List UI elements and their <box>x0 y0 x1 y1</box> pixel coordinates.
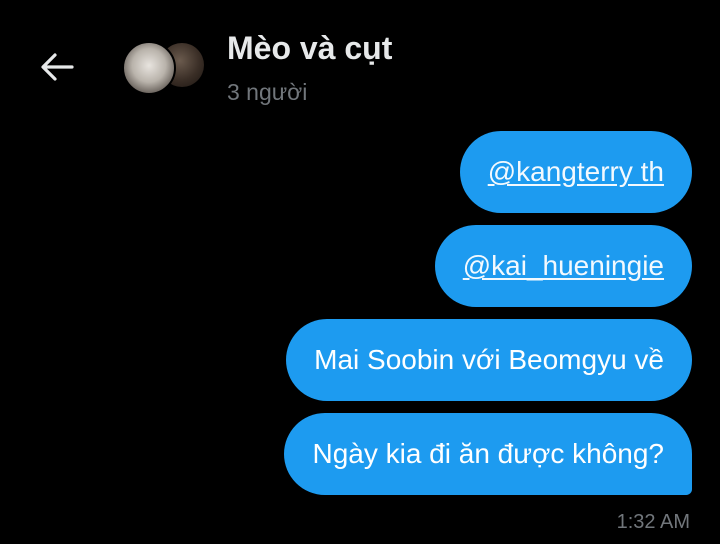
conversation-title[interactable]: Mèo và cụt <box>227 30 392 67</box>
message-bubble[interactable]: Mai Soobin với Beomgyu về <box>286 319 692 401</box>
message-bubble[interactable]: Ngày kia đi ăn được không? <box>284 413 692 495</box>
arrow-left-icon <box>41 53 74 81</box>
message-text: Mai Soobin với Beomgyu về <box>314 344 664 375</box>
message-bubble[interactable]: @kangterry th <box>459 131 692 213</box>
group-avatars[interactable] <box>122 41 206 95</box>
mention-link[interactable]: @kai_hueningie <box>463 249 664 283</box>
message-list: @kangterry th @kai_hueningie Mai Soobin … <box>284 131 692 507</box>
back-button[interactable] <box>36 46 78 88</box>
conversation-header: Mèo và cụt 3 người <box>0 0 720 120</box>
message-bubble[interactable]: @kai_hueningie <box>434 225 692 307</box>
message-timestamp: 1:32 AM <box>616 511 690 533</box>
message-text: Ngày kia đi ăn được không? <box>312 438 664 469</box>
participant-count: 3 người <box>227 79 308 105</box>
avatar <box>122 41 176 95</box>
mention-link[interactable]: @kangterry th <box>488 155 664 189</box>
